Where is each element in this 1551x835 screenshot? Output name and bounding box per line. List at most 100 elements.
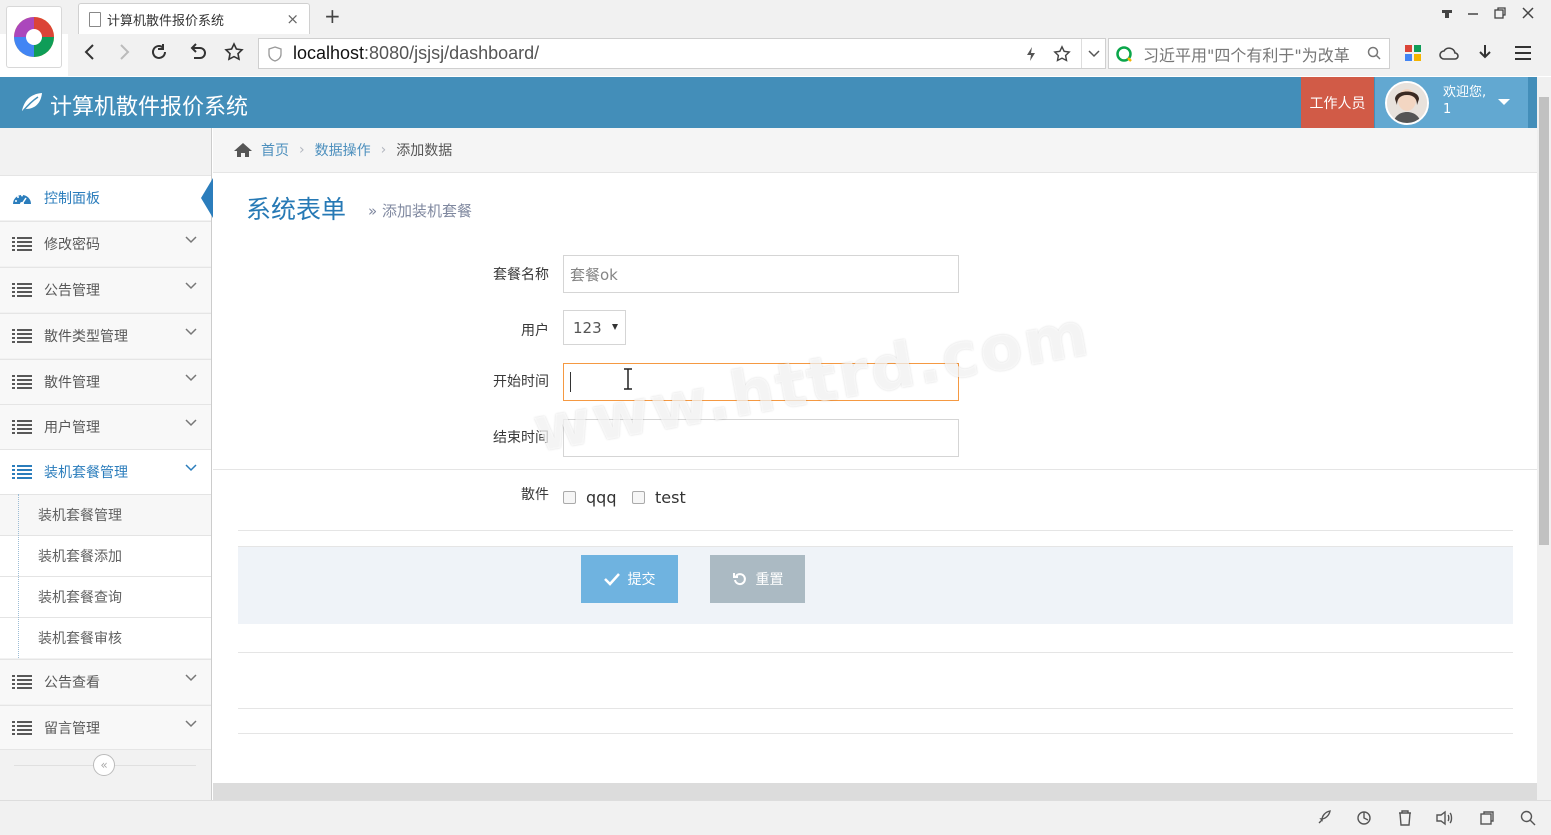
divider [238, 652, 1513, 653]
close-window-icon[interactable] [1521, 6, 1535, 20]
search-suggestion-text: 习近平用"四个有利于"为改革 [1143, 45, 1350, 65]
submenu-tree-line [18, 494, 19, 658]
page-subtitle: » 添加装机套餐 [368, 202, 472, 220]
role-badge[interactable]: 工作人员 [1301, 77, 1374, 128]
sidebar-item-part-type[interactable]: 散件类型管理 [0, 313, 211, 358]
search-engine-icon [1115, 45, 1133, 63]
horizontal-scrollbar[interactable] [213, 783, 1537, 800]
checkbox[interactable] [563, 491, 576, 504]
breadcrumb-separator: › [299, 142, 305, 158]
list-icon [0, 282, 44, 298]
sidebar-subitem-package-review[interactable]: 装机套餐审核 [0, 617, 211, 658]
user-menu[interactable]: 欢迎您, 1 [1375, 77, 1528, 128]
app-header: 计算机散件报价系统 工作人员 欢迎您, 1 [0, 77, 1537, 128]
chevron-down-icon [185, 374, 197, 382]
sidebar-item-label: 用户管理 [44, 420, 100, 436]
package-name-input[interactable]: 套餐ok [563, 255, 959, 293]
part-checkbox-qqq[interactable]: qqq [563, 488, 616, 507]
start-time-label: 开始时间 [493, 374, 549, 390]
volume-icon[interactable] [1436, 810, 1454, 826]
divider [238, 708, 1513, 709]
sidebar-item-dashboard[interactable]: 控制面板 [0, 175, 213, 220]
parts-label: 散件 [521, 487, 549, 503]
apps-grid-icon[interactable] [1404, 44, 1422, 62]
restore-icon[interactable] [1493, 6, 1507, 20]
back-icon[interactable] [82, 42, 98, 62]
sidebar-item-users[interactable]: 用户管理 [0, 404, 211, 449]
check-icon [603, 572, 620, 586]
sidebar-shortcuts [0, 128, 211, 175]
download-icon[interactable] [1477, 44, 1493, 62]
user-select-value: 123 [573, 318, 602, 337]
checkbox[interactable] [632, 491, 645, 504]
breadcrumb-home-link[interactable]: 首页 [261, 140, 289, 160]
search-icon[interactable] [1367, 46, 1381, 60]
username: 1 [1443, 102, 1452, 117]
flash-icon[interactable] [1025, 46, 1037, 62]
sidebar-item-password[interactable]: 修改密码 [0, 221, 211, 266]
sidebar-subitem-package-add[interactable]: 装机套餐添加 [0, 535, 211, 576]
breadcrumb-level1-link[interactable]: 数据操作 [315, 140, 371, 160]
menu-icon[interactable] [1514, 45, 1532, 61]
list-icon [0, 236, 44, 252]
sidebar-item-parts[interactable]: 散件管理 [0, 359, 211, 404]
welcome-text: 欢迎您, [1443, 85, 1487, 100]
breadcrumb-separator: › [380, 142, 387, 158]
main-content: 首页 › 数据操作 › 添加数据 系统表单 » 添加装机套餐 套餐名称 套餐ok… [213, 128, 1537, 800]
vertical-scrollbar[interactable] [1537, 77, 1551, 800]
sidebar-subitem-label: 装机套餐添加 [38, 549, 122, 565]
browser-tab[interactable]: 计算机散件报价系统 × [78, 3, 310, 34]
refresh-icon[interactable] [1356, 810, 1372, 826]
part-checkbox-test[interactable]: test [632, 488, 686, 507]
scrollbar-thumb[interactable] [1539, 97, 1549, 545]
divider [213, 469, 1537, 470]
sidebar-subitem-package-manage[interactable]: 装机套餐管理 [0, 494, 211, 535]
dropdown-icon[interactable] [1081, 39, 1105, 68]
chevron-down-icon [185, 328, 197, 336]
submit-button[interactable]: 提交 [581, 555, 678, 603]
bookmark-star-icon[interactable] [224, 42, 244, 62]
rocket-icon[interactable] [1316, 810, 1332, 826]
chevron-down-icon [185, 282, 197, 290]
submit-label: 提交 [627, 572, 656, 588]
sidebar-collapse-button[interactable]: « [93, 754, 115, 776]
cloud-icon[interactable] [1438, 44, 1460, 62]
sidebar-item-notice-manage[interactable]: 公告管理 [0, 267, 211, 312]
favorite-icon[interactable] [1053, 45, 1071, 63]
list-icon [0, 720, 44, 736]
sidebar-item-packages[interactable]: 装机套餐管理 [0, 449, 211, 494]
undo-icon[interactable] [187, 42, 207, 62]
sidebar-item-notice-view[interactable]: 公告查看 [0, 659, 211, 704]
new-tab-button[interactable]: + [324, 4, 341, 28]
minimize-icon[interactable] [1466, 6, 1480, 20]
sidebar-item-label: 装机套餐管理 [44, 465, 128, 481]
dashboard-icon [0, 190, 44, 206]
pin-icon[interactable] [1440, 6, 1454, 20]
search-bar[interactable]: 习近平用"四个有利于"为改革 [1108, 38, 1390, 69]
sidebar-item-messages[interactable]: 留言管理 [0, 705, 211, 750]
breadcrumb-current: 添加数据 [396, 143, 453, 159]
chevron-down-icon [185, 236, 197, 244]
role-label: 工作人员 [1309, 95, 1366, 112]
zoom-icon[interactable] [1520, 810, 1536, 826]
reload-icon[interactable] [149, 42, 169, 62]
package-name-placeholder: 套餐ok [570, 265, 618, 284]
address-bar[interactable]: localhost:8080/jsjsj/dashboard/ [258, 38, 1106, 69]
avatar [1385, 81, 1429, 125]
list-icon [0, 328, 44, 344]
forward-icon[interactable] [116, 42, 132, 62]
sidebar-item-label: 公告查看 [44, 675, 100, 691]
window-icon[interactable] [1479, 810, 1495, 826]
list-icon [0, 464, 44, 480]
sidebar-subitem-package-query[interactable]: 装机套餐查询 [0, 576, 211, 617]
trash-icon[interactable] [1398, 810, 1412, 826]
part-option-label: test [655, 488, 686, 507]
part-option-label: qqq [586, 488, 617, 507]
reset-button[interactable]: 重置 [710, 555, 805, 603]
tab-close-icon[interactable]: × [286, 10, 299, 28]
user-select[interactable]: 123 [563, 310, 626, 345]
app-title[interactable]: 计算机散件报价系统 [50, 89, 248, 121]
active-indicator [201, 178, 213, 218]
browser-tab-title: 计算机散件报价系统 [107, 13, 225, 29]
browser-logo-icon[interactable] [6, 6, 62, 68]
